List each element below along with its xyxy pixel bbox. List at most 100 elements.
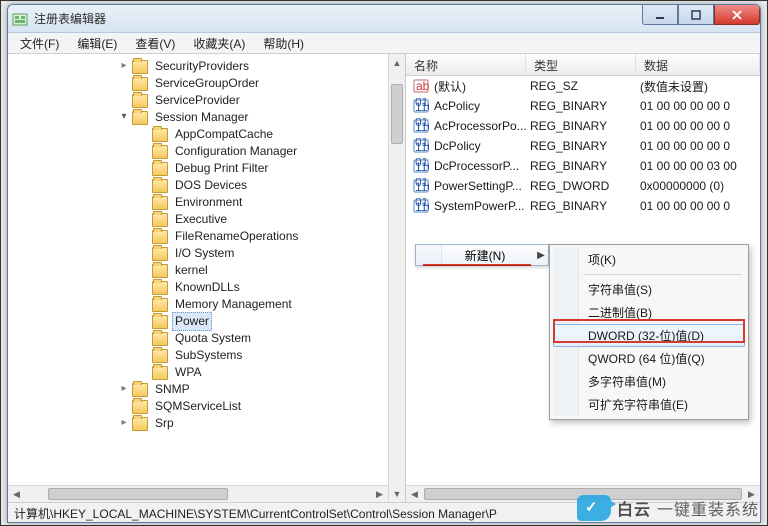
value-row[interactable]: 011110DcProcessorP...REG_BINARY01 00 00 … xyxy=(406,156,760,176)
folder-icon xyxy=(152,349,168,363)
tree-row[interactable]: SecurityProviders xyxy=(8,58,388,75)
scroll-up-icon[interactable]: ▲ xyxy=(389,54,405,71)
scroll-thumb[interactable] xyxy=(391,84,403,144)
tree-scrollbar-horizontal[interactable]: ◀ ▶ xyxy=(8,485,388,502)
tree-row[interactable]: I/O System xyxy=(8,245,388,262)
folder-icon xyxy=(132,77,148,91)
tree-item-label: kernel xyxy=(172,262,211,279)
tree-item-label: Environment xyxy=(172,194,245,211)
tree-scrollbar-vertical[interactable]: ▲ ▼ xyxy=(388,54,405,502)
tree-row[interactable]: Environment xyxy=(8,194,388,211)
svg-text:110: 110 xyxy=(415,100,429,114)
folder-icon xyxy=(152,366,168,380)
value-data: 01 00 00 00 00 0 xyxy=(640,119,760,133)
scroll-right-icon[interactable]: ▶ xyxy=(371,486,388,502)
context-item[interactable]: 多字符串值(M) xyxy=(553,370,745,393)
tree-item-label: SNMP xyxy=(152,381,193,398)
context-item[interactable]: QWORD (64 位)值(Q) xyxy=(553,347,745,370)
menu-view[interactable]: 查看(V) xyxy=(127,33,183,54)
scroll-left-icon[interactable]: ◀ xyxy=(406,486,423,502)
value-row[interactable]: 011110AcPolicyREG_BINARY01 00 00 00 00 0 xyxy=(406,96,760,116)
binary-value-icon: 011110 xyxy=(412,178,430,194)
tree-item-label: FileRenameOperations xyxy=(172,228,301,245)
column-name[interactable]: 名称 xyxy=(406,54,526,75)
tree-row[interactable]: ServiceGroupOrder xyxy=(8,75,388,92)
menu-favorites[interactable]: 收藏夹(A) xyxy=(185,33,253,54)
value-data: 0x00000000 (0) xyxy=(640,179,760,193)
value-row[interactable]: 011110SystemPowerP...REG_BINARY01 00 00 … xyxy=(406,196,760,216)
tree-row[interactable]: SQMServiceList xyxy=(8,398,388,415)
value-row[interactable]: 011110AcProcessorPo...REG_BINARY01 00 00… xyxy=(406,116,760,136)
tree-item-label: Session Manager xyxy=(152,109,251,126)
maximize-button[interactable] xyxy=(678,5,714,25)
tree-expand-icon[interactable] xyxy=(118,415,130,432)
close-button[interactable] xyxy=(714,5,760,25)
values-scrollbar-horizontal[interactable]: ◀ ▶ xyxy=(406,485,760,502)
scroll-thumb[interactable] xyxy=(48,488,228,500)
tree-row[interactable]: SubSystems xyxy=(8,347,388,364)
context-item[interactable]: 项(K) xyxy=(553,248,745,271)
svg-text:ab: ab xyxy=(416,79,429,93)
regedit-icon xyxy=(12,11,28,27)
scroll-right-icon[interactable]: ▶ xyxy=(743,486,760,502)
tree-row[interactable]: Configuration Manager xyxy=(8,143,388,160)
folder-icon xyxy=(152,264,168,278)
binary-value-icon: 011110 xyxy=(412,198,430,214)
tree-row[interactable]: Power xyxy=(8,313,388,330)
column-data[interactable]: 数据 xyxy=(636,54,760,75)
tree-row[interactable]: FileRenameOperations xyxy=(8,228,388,245)
tree-row[interactable]: Memory Management xyxy=(8,296,388,313)
context-item[interactable]: 字符串值(S) xyxy=(553,278,745,301)
tree-item-label: SecurityProviders xyxy=(152,58,252,75)
value-name: AcProcessorPo... xyxy=(434,119,530,133)
window-controls xyxy=(642,5,760,25)
tree-row[interactable]: KnownDLLs xyxy=(8,279,388,296)
folder-icon xyxy=(132,383,148,397)
folder-icon xyxy=(152,315,168,329)
tree-row[interactable]: Quota System xyxy=(8,330,388,347)
value-name: SystemPowerP... xyxy=(434,199,530,213)
tree-row[interactable]: Executive xyxy=(8,211,388,228)
tree-row[interactable]: SNMP xyxy=(8,381,388,398)
tree-row[interactable]: DOS Devices xyxy=(8,177,388,194)
svg-text:110: 110 xyxy=(415,200,429,214)
scroll-thumb[interactable] xyxy=(424,488,742,500)
tree-collapse-icon[interactable] xyxy=(118,109,130,126)
minimize-button[interactable] xyxy=(642,5,678,25)
tree-row[interactable]: ServiceProvider xyxy=(8,92,388,109)
scroll-left-icon[interactable]: ◀ xyxy=(8,486,25,502)
folder-icon xyxy=(132,111,148,125)
menu-file[interactable]: 文件(F) xyxy=(12,33,67,54)
context-item[interactable]: 二进制值(B) xyxy=(553,301,745,324)
tree-item-label: SubSystems xyxy=(172,347,245,364)
tree-expand-icon[interactable] xyxy=(118,58,130,75)
tree-item-label: KnownDLLs xyxy=(172,279,243,296)
context-item[interactable]: DWORD (32-位)值(D) xyxy=(553,324,745,347)
value-type: REG_BINARY xyxy=(530,119,640,133)
svg-text:110: 110 xyxy=(415,160,429,174)
tree-item-label: Quota System xyxy=(172,330,254,347)
tree-row[interactable]: Srp xyxy=(8,415,388,432)
menu-help[interactable]: 帮助(H) xyxy=(255,33,312,54)
value-row[interactable]: 011110PowerSettingP...REG_DWORD0x0000000… xyxy=(406,176,760,196)
context-item[interactable]: 可扩充字符串值(E) xyxy=(553,393,745,416)
menu-edit[interactable]: 编辑(E) xyxy=(69,33,125,54)
tree-row[interactable]: kernel xyxy=(8,262,388,279)
tree-row[interactable]: WPA xyxy=(8,364,388,381)
titlebar[interactable]: 注册表编辑器 xyxy=(8,5,760,33)
scroll-down-icon[interactable]: ▼ xyxy=(389,485,405,502)
binary-value-icon: 011110 xyxy=(412,138,430,154)
tree-expand-icon[interactable] xyxy=(118,381,130,398)
binary-value-icon: 011110 xyxy=(412,158,430,174)
tree-row[interactable]: Session Manager xyxy=(8,109,388,126)
tree-row[interactable]: AppCompatCache xyxy=(8,126,388,143)
binary-value-icon: 011110 xyxy=(412,98,430,114)
folder-icon xyxy=(152,179,168,193)
value-row[interactable]: 011110DcPolicyREG_BINARY01 00 00 00 00 0 xyxy=(406,136,760,156)
column-type[interactable]: 类型 xyxy=(526,54,636,75)
context-parent-label: 新建(N) xyxy=(442,247,534,264)
context-parent-new[interactable]: 新建(N) ▶ xyxy=(415,244,549,266)
tree-row[interactable]: Debug Print Filter xyxy=(8,160,388,177)
value-row[interactable]: ab(默认)REG_SZ(数值未设置) xyxy=(406,76,760,96)
tree-item-label: Executive xyxy=(172,211,230,228)
